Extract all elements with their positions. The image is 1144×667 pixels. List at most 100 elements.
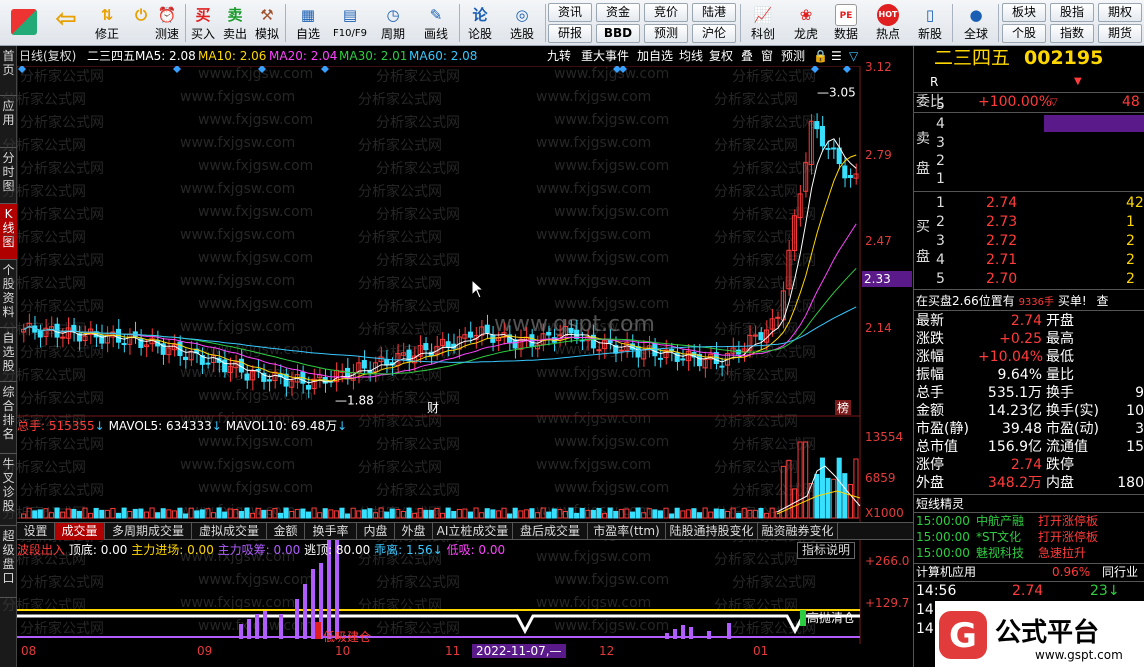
price-tick: 2.47 [865, 234, 892, 248]
ma-lines-button[interactable]: 均线 [677, 48, 705, 64]
tab-inner[interactable]: 内盘 [357, 523, 395, 540]
news-button[interactable]: 资讯 [548, 3, 592, 22]
event-diamond-icon[interactable] [258, 66, 266, 73]
sector-rank[interactable]: 同行业 [1102, 563, 1138, 581]
forecast-chart-button[interactable]: 预测 [779, 48, 807, 64]
tab-settings[interactable]: 设置 [17, 523, 55, 540]
rank-marker[interactable]: 榜 [837, 400, 849, 415]
draw-button[interactable]: ✎ 画线 [416, 2, 456, 44]
lock-icon[interactable]: 🔒 [811, 48, 830, 64]
volume-bar [65, 508, 71, 519]
expand-icon[interactable]: ▽ [847, 48, 860, 64]
major-events-button[interactable]: 重大事件 [579, 48, 631, 64]
tab-kline[interactable]: K线图 [0, 204, 17, 260]
tab-pe-ttm[interactable]: 市盈率(ttm) [588, 523, 666, 540]
sell-button[interactable]: 卖 卖出 [220, 2, 250, 44]
bbd-button[interactable]: BBD [596, 24, 640, 43]
queue-more[interactable]: 查 [1096, 294, 1108, 308]
period-button[interactable]: ◷ 周期 [374, 2, 412, 44]
buy-price[interactable]: 2.72 [986, 232, 1017, 250]
tab-diagnosis[interactable]: 牛叉诊股 [0, 454, 17, 526]
buy-button[interactable]: 买 买入 [188, 2, 218, 44]
correction-button[interactable]: ⇅ 修正 [90, 2, 124, 44]
candle-body [618, 349, 624, 352]
sector-name[interactable]: 计算机应用 [916, 563, 976, 581]
tab-stock-info[interactable]: 个股资料 [0, 260, 17, 328]
volume-bar [372, 512, 379, 519]
event-diamond-icon[interactable] [173, 66, 181, 73]
tab-margin[interactable]: 融资融券变化 [758, 523, 838, 540]
adjust-button[interactable]: 复权 [707, 48, 735, 64]
volume-total: 总手: 515355 [17, 419, 95, 433]
tab-super-panel[interactable]: 超级盘口 [0, 526, 17, 598]
tab-virtual-volume[interactable]: 虚拟成交量 [192, 523, 267, 540]
longhu-button[interactable]: ❀ 龙虎 [786, 2, 826, 44]
tab-hk-holding[interactable]: 陆股通持股变化 [666, 523, 758, 540]
tab-ai-volume[interactable]: AI立桩成交量 [433, 523, 513, 540]
event-diamond-icon[interactable] [18, 66, 26, 73]
longhu-label: 龙虎 [793, 27, 818, 41]
event-diamond-icon[interactable] [811, 66, 819, 73]
stocks-button[interactable]: 个股 [1002, 24, 1046, 43]
speed-test-label-wrap[interactable]: ⏰ 测速 [152, 2, 182, 44]
buy-price[interactable]: 2.71 [986, 251, 1017, 269]
tab-timeshare[interactable]: 分时图 [0, 148, 17, 204]
lungu-button[interactable]: 论 论股 [462, 2, 498, 44]
kechuang-button[interactable]: 📈 科创 [744, 2, 782, 44]
event-diamond-icon[interactable] [619, 66, 627, 73]
panel-collapse-icon[interactable]: ▼ [1074, 73, 1082, 91]
buy-price[interactable]: 2.70 [986, 270, 1017, 288]
indices-button[interactable]: 指数 [1050, 24, 1094, 43]
tab-multi-period-volume[interactable]: 多周期成交量 [105, 523, 192, 540]
menu-icon[interactable]: ☰ [829, 48, 844, 64]
shanghai-london-button[interactable]: 沪伦 [692, 24, 736, 43]
buy-label: 买入 [190, 27, 215, 41]
window-button[interactable]: 窗 [759, 48, 775, 64]
forecast-button[interactable]: 预测 [644, 24, 688, 43]
home-button[interactable] [6, 2, 42, 44]
hot-button[interactable]: HOT 热点 [868, 2, 908, 44]
futures-button[interactable]: 期货 [1098, 24, 1142, 43]
overlay-button[interactable]: 叠 [739, 48, 755, 64]
auction-button[interactable]: 竞价 [644, 3, 688, 22]
volume-bar [283, 507, 289, 519]
dropdown-icon[interactable]: ▽ [1050, 94, 1058, 112]
buy-price[interactable]: 2.74 [986, 194, 1017, 212]
volume-bar [60, 511, 66, 519]
newstock-button[interactable]: ▯ 新股 [910, 2, 950, 44]
research-button[interactable]: 研报 [548, 24, 592, 43]
back-button[interactable]: ⇦ [48, 2, 84, 44]
tab-amount[interactable]: 金额 [267, 523, 305, 540]
tab-apps[interactable]: 应用 [0, 96, 17, 148]
tab-volume[interactable]: 成交量 [55, 523, 105, 540]
simulate-button[interactable]: ⚒ 模拟 [252, 2, 282, 44]
watchlist-button[interactable]: ▦ 自选 [290, 2, 326, 44]
volume-bar [277, 512, 284, 519]
data-button[interactable]: PE 数据 [828, 2, 864, 44]
tab-turnover[interactable]: 换手率 [305, 523, 357, 540]
fund-button[interactable]: 资金 [596, 3, 640, 22]
tab-after-hours-volume[interactable]: 盘后成交量 [513, 523, 588, 540]
tab-watchlist[interactable]: 自选股 [0, 328, 17, 382]
tab-ranking[interactable]: 综合排名 [0, 382, 17, 454]
xuangu-button[interactable]: ◎ 选股 [502, 2, 542, 44]
indicator-help-button[interactable]: 指标说明 [797, 542, 856, 559]
event-diamond-icon[interactable] [843, 66, 851, 73]
jiuzhuan-button[interactable]: 九转 [545, 48, 573, 64]
add-watchlist-button[interactable]: 加自选 [635, 48, 675, 64]
tick-volume: 23↓ [1090, 583, 1120, 599]
global-button[interactable]: ● 全球 [956, 2, 996, 44]
buy-price[interactable]: 2.73 [986, 213, 1017, 231]
tab-outer[interactable]: 外盘 [395, 523, 433, 540]
event-diamond-icon[interactable] [321, 66, 329, 73]
volume-bar [222, 511, 228, 519]
stock-name: 二三四五 [87, 49, 136, 63]
f10-button[interactable]: ▤ F10/F9 [330, 2, 370, 44]
index-futures-button[interactable]: 股指 [1050, 3, 1094, 22]
options-button[interactable]: 期权 [1098, 3, 1142, 22]
hk-connect-button[interactable]: 陆港 [692, 3, 736, 22]
tab-home[interactable]: 首页 [0, 46, 17, 96]
sprite-stock[interactable]: 魅视科技 [976, 544, 1024, 562]
sector-button[interactable]: 板块 [1002, 3, 1046, 22]
finance-marker[interactable]: 财 [427, 401, 439, 415]
